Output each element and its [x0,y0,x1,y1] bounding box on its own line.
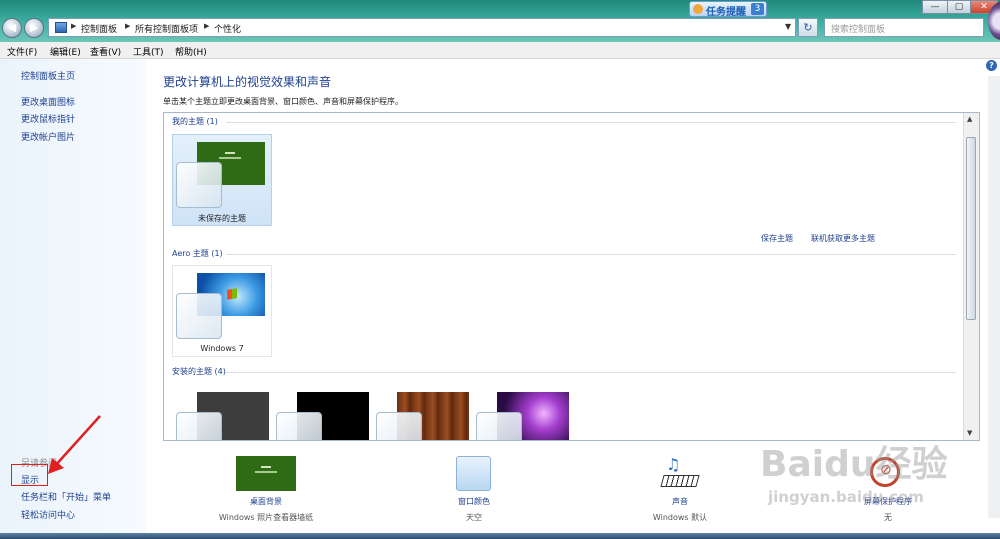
theme-glass-swatch [176,293,222,339]
window-color-value: 天空 [466,513,482,522]
theme-glass-swatch [376,412,422,440]
group-divider [226,122,956,123]
menu-view[interactable]: 查看(V) [90,45,121,58]
theme-glass-swatch [476,412,522,440]
desktop-background-icon[interactable] [236,456,296,491]
theme-installed-2[interactable] [272,384,372,440]
sidebar-item-account-picture[interactable]: 更改帐户图片 [21,130,75,143]
breadcrumb-separator-icon: ▶ [71,22,77,30]
scroll-down-icon[interactable]: ▼ [967,429,972,437]
task-reminder-badge[interactable]: 任务提醒 3 [689,1,767,18]
search-input[interactable]: 搜索控制面板 [824,18,984,37]
help-icon[interactable]: ? [986,60,997,71]
sidebar-item-mouse-pointer[interactable]: 更改鼠标指针 [21,112,75,125]
breadcrumb-personalization[interactable]: 个性化 [214,22,241,35]
get-more-themes-link[interactable]: 联机获取更多主题 [811,233,875,244]
task-reminder-label: 任务提醒 [706,7,746,18]
sounds-icon[interactable]: ♫ [660,455,700,491]
control-panel-icon [55,22,67,33]
theme-list-panel: 我的主题 (1) 未保存的主题 保存主题 联机获取更多主题 Aero 主题 (1… [163,112,980,441]
group-divider [226,254,956,255]
theme-glass-swatch [276,412,322,440]
address-bar[interactable]: ▶ 控制面板 ▶ 所有控制面板项 ▶ 个性化 ▼ [48,18,796,37]
theme-label: Windows 7 [200,344,244,353]
theme-label: 未保存的主题 [198,214,246,223]
theme-glass-swatch [176,412,222,440]
menu-edit[interactable]: 编辑(E) [50,45,81,58]
sidebar-item-desktop-icons[interactable]: 更改桌面图标 [21,95,75,108]
desktop-background-value: Windows 照片查看器墙纸 [218,513,314,522]
group-divider [226,372,956,373]
taskbar [0,533,1000,539]
theme-glass-swatch [176,162,222,208]
task-reminder-count: 3 [751,3,764,15]
window-color-link[interactable]: 窗口颜色 [394,496,554,507]
group-installed-themes: 安装的主题 (4) [172,367,226,376]
sidebar-item-ease-of-access[interactable]: 轻松访问中心 [21,508,75,521]
scroll-up-icon[interactable]: ▲ [967,115,972,123]
sounds-value: Windows 默认 [652,513,708,522]
screen-saver-value: 无 [884,513,892,522]
sidebar-item-home[interactable]: 控制面板主页 [21,69,75,82]
refresh-button[interactable]: ↻ [798,18,818,37]
group-my-themes: 我的主题 (1) [172,117,218,126]
sidebar-item-taskbar-start[interactable]: 任务栏和「开始」菜单 [21,490,111,503]
sounds-link[interactable]: 声音 [600,496,760,507]
back-button[interactable]: ◀ [2,18,22,38]
user-icon [693,4,703,14]
address-dropdown-icon[interactable]: ▼ [785,22,791,31]
menu-tools[interactable]: 工具(T) [133,45,164,58]
page-title: 更改计算机上的视觉效果和声音 [163,75,332,89]
breadcrumb-all-items[interactable]: 所有控制面板项 [135,22,198,35]
breadcrumb-separator-icon: ▶ [204,22,210,30]
forward-button[interactable]: ▶ [24,18,44,38]
window-color-icon[interactable] [456,456,491,491]
theme-list-scrollbar[interactable]: ▲ ▼ [963,113,979,440]
red-arrow-annotation [48,415,101,474]
baidu-watermark: Baidu经验 [760,444,948,485]
scrollbar-thumb[interactable] [966,137,976,320]
theme-installed-4[interactable] [472,384,572,440]
breadcrumb-separator-icon: ▶ [125,22,131,30]
save-theme-link[interactable]: 保存主题 [761,233,793,244]
theme-unsaved[interactable]: 未保存的主题 [172,134,272,226]
theme-installed-3[interactable] [372,384,472,440]
menu-help[interactable]: 帮助(H) [175,45,207,58]
baidu-watermark-url: jingyan.baidu.com [768,488,924,506]
menu-file[interactable]: 文件(F) [7,45,37,58]
page-subtitle: 单击某个主题立即更改桌面背景、窗口颜色、声音和屏幕保护程序。 [163,97,403,106]
window-edge [988,76,1000,518]
desktop-background-link[interactable]: 桌面背景 [186,496,346,507]
minimize-button[interactable]: — [922,0,948,14]
breadcrumb-control-panel[interactable]: 控制面板 [81,22,117,35]
maximize-button[interactable]: ▢ [947,0,971,14]
group-aero-themes: Aero 主题 (1) [172,249,223,258]
theme-installed-1[interactable] [172,384,272,440]
theme-windows7[interactable]: Windows 7 [172,265,272,357]
